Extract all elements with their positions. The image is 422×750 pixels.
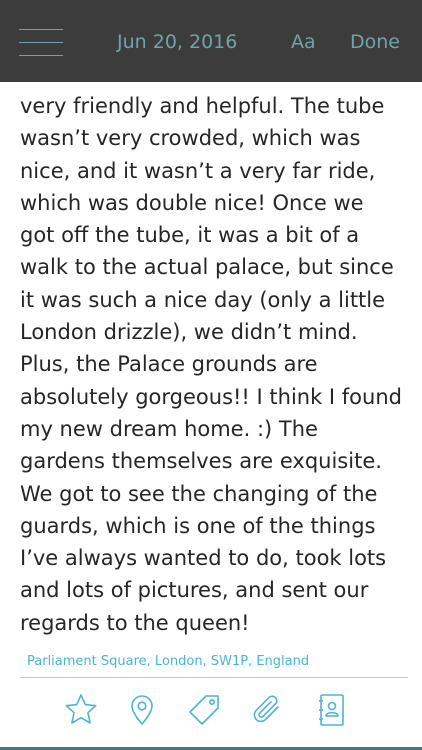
done-button[interactable]: Done bbox=[350, 29, 400, 55]
entry-line: very friendly and helpful. The tube bbox=[20, 94, 385, 118]
entry-line: wasn’t very crowded, which was bbox=[20, 126, 361, 151]
bottom-toolbar bbox=[0, 678, 422, 750]
star-icon bbox=[65, 694, 97, 724]
entry-line: regards to the queen! bbox=[20, 610, 250, 635]
entry-line: London drizzle), we didn’t mind. bbox=[20, 320, 358, 345]
favorite-button[interactable] bbox=[63, 692, 99, 728]
font-settings-button[interactable]: Aa bbox=[291, 29, 316, 55]
contact-book-icon bbox=[319, 694, 344, 726]
tag-icon bbox=[189, 695, 219, 725]
entry-line: I’ve always wanted to do, took lots bbox=[20, 546, 387, 571]
entry-line: walk to the actual palace, but since bbox=[20, 255, 394, 280]
entry-line: got off the tube, it was a bit of a bbox=[20, 223, 360, 248]
entry-line: We got to see the changing of the bbox=[20, 481, 378, 506]
top-nav-bar: Jun 20, 2016 Aa Done bbox=[0, 0, 422, 82]
journal-entry-body[interactable]: very friendly and helpful. The tube wasn… bbox=[20, 90, 412, 639]
entry-line: nice, and it wasn’t a very far ride, bbox=[20, 158, 376, 183]
map-pin-icon bbox=[131, 695, 153, 725]
location-button[interactable] bbox=[124, 692, 160, 728]
entry-line: which was double nice! Once we bbox=[20, 190, 364, 215]
contacts-button[interactable] bbox=[313, 692, 349, 728]
entry-line: and lots of pictures, and sent our bbox=[20, 578, 369, 603]
entry-line: guards, which is one of the things bbox=[20, 513, 376, 538]
entry-date[interactable]: Jun 20, 2016 bbox=[117, 29, 237, 55]
menu-icon[interactable] bbox=[19, 29, 63, 57]
entry-line: Plus, the Palace grounds are bbox=[20, 352, 318, 377]
entry-line: it was such a nice day (only a little bbox=[20, 287, 386, 312]
tag-button[interactable] bbox=[186, 692, 222, 728]
entry-line: gardens themselves are exquisite. bbox=[20, 449, 382, 474]
entry-line: my new dream home. :) The bbox=[20, 416, 318, 441]
attachment-button[interactable] bbox=[249, 692, 285, 728]
paperclip-icon bbox=[253, 695, 279, 723]
entry-line: absolutely gorgeous!! I think I found bbox=[20, 384, 402, 409]
location-label[interactable]: Parliament Square, London, SW1P, England bbox=[27, 654, 309, 669]
